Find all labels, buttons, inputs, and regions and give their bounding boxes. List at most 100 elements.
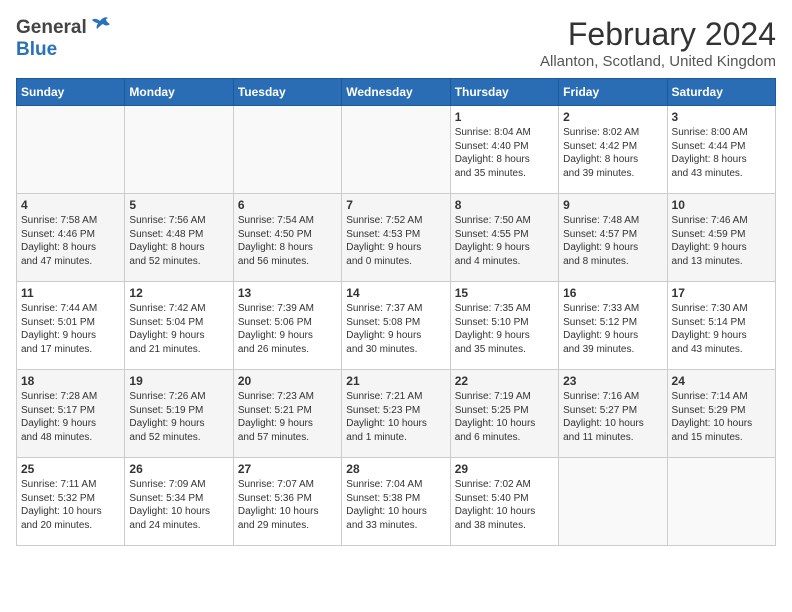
day-number: 3 <box>672 110 771 124</box>
day-detail: Sunrise: 7:26 AM Sunset: 5:19 PM Dayligh… <box>129 390 228 444</box>
calendar-table: SundayMondayTuesdayWednesdayThursdayFrid… <box>16 78 776 546</box>
day-number: 2 <box>563 110 662 124</box>
calendar-cell: 27 Sunrise: 7:07 AM Sunset: 5:36 PM Dayli… <box>233 458 341 546</box>
calendar-cell <box>559 458 667 546</box>
day-of-week-header: Friday <box>559 79 667 106</box>
day-number: 5 <box>129 198 228 212</box>
calendar-cell <box>667 458 775 546</box>
day-detail: Sunrise: 7:56 AM Sunset: 4:48 PM Dayligh… <box>129 214 228 268</box>
day-number: 14 <box>346 286 445 300</box>
day-detail: Sunrise: 7:50 AM Sunset: 4:55 PM Dayligh… <box>455 214 554 268</box>
day-number: 13 <box>238 286 337 300</box>
calendar-cell: 12 Sunrise: 7:42 AM Sunset: 5:04 PM Dayli… <box>125 282 233 370</box>
calendar-week-row: 25 Sunrise: 7:11 AM Sunset: 5:32 PM Dayli… <box>17 458 776 546</box>
title-block: February 2024 Allanton, Scotland, United… <box>540 16 776 70</box>
day-detail: Sunrise: 7:09 AM Sunset: 5:34 PM Dayligh… <box>129 478 228 532</box>
calendar-cell: 1Sunrise: 8:04 AM Sunset: 4:40 PM Daylig… <box>450 106 558 194</box>
day-number: 18 <box>21 374 120 388</box>
calendar-cell: 22Sunrise: 7:19 AM Sunset: 5:25 PM Dayli… <box>450 370 558 458</box>
day-of-week-header: Tuesday <box>233 79 341 106</box>
day-detail: Sunrise: 7:35 AM Sunset: 5:10 PM Dayligh… <box>455 302 554 356</box>
location-title: Allanton, Scotland, United Kingdom <box>540 53 776 70</box>
day-of-week-header: Sunday <box>17 79 125 106</box>
calendar-cell: 16 Sunrise: 7:33 AM Sunset: 5:12 PM Dayli… <box>559 282 667 370</box>
logo: General Blue <box>16 16 112 61</box>
day-number: 11 <box>21 286 120 300</box>
day-number: 20 <box>238 374 337 388</box>
day-number: 25 <box>21 462 120 476</box>
day-number: 6 <box>238 198 337 212</box>
calendar-cell: 5 Sunrise: 7:56 AM Sunset: 4:48 PM Daylig… <box>125 194 233 282</box>
calendar-cell: 17 Sunrise: 7:30 AM Sunset: 5:14 PM Dayli… <box>667 282 775 370</box>
day-number: 28 <box>346 462 445 476</box>
calendar-week-row: 18 Sunrise: 7:28 AM Sunset: 5:17 PM Dayli… <box>17 370 776 458</box>
day-detail: Sunrise: 7:52 AM Sunset: 4:53 PM Dayligh… <box>346 214 445 268</box>
logo-blue-text: Blue <box>16 39 57 60</box>
day-detail: Sunrise: 7:07 AM Sunset: 5:36 PM Dayligh… <box>238 478 337 532</box>
day-detail: Sunrise: 7:30 AM Sunset: 5:14 PM Dayligh… <box>672 302 771 356</box>
calendar-week-row: 11Sunrise: 7:44 AM Sunset: 5:01 PM Dayli… <box>17 282 776 370</box>
day-detail: Sunrise: 8:02 AM Sunset: 4:42 PM Dayligh… <box>563 126 662 180</box>
day-number: 10 <box>672 198 771 212</box>
day-number: 17 <box>672 286 771 300</box>
day-number: 19 <box>129 374 228 388</box>
day-detail: Sunrise: 7:28 AM Sunset: 5:17 PM Dayligh… <box>21 390 120 444</box>
day-of-week-header: Wednesday <box>342 79 450 106</box>
calendar-cell: 10Sunrise: 7:46 AM Sunset: 4:59 PM Dayli… <box>667 194 775 282</box>
calendar-week-row: 1Sunrise: 8:04 AM Sunset: 4:40 PM Daylig… <box>17 106 776 194</box>
calendar-cell: 28 Sunrise: 7:04 AM Sunset: 5:38 PM Dayli… <box>342 458 450 546</box>
day-number: 9 <box>563 198 662 212</box>
day-number: 12 <box>129 286 228 300</box>
day-number: 21 <box>346 374 445 388</box>
calendar-cell <box>233 106 341 194</box>
calendar-cell: 7Sunrise: 7:52 AM Sunset: 4:53 PM Daylig… <box>342 194 450 282</box>
day-number: 8 <box>455 198 554 212</box>
day-number: 26 <box>129 462 228 476</box>
day-detail: Sunrise: 7:02 AM Sunset: 5:40 PM Dayligh… <box>455 478 554 532</box>
calendar-week-row: 4 Sunrise: 7:58 AM Sunset: 4:46 PM Daylig… <box>17 194 776 282</box>
day-of-week-header: Thursday <box>450 79 558 106</box>
calendar-cell: 14Sunrise: 7:37 AM Sunset: 5:08 PM Dayli… <box>342 282 450 370</box>
calendar-cell: 2 Sunrise: 8:02 AM Sunset: 4:42 PM Daylig… <box>559 106 667 194</box>
calendar-cell: 11Sunrise: 7:44 AM Sunset: 5:01 PM Dayli… <box>17 282 125 370</box>
calendar-cell: 26 Sunrise: 7:09 AM Sunset: 5:34 PM Dayli… <box>125 458 233 546</box>
day-detail: Sunrise: 7:04 AM Sunset: 5:38 PM Dayligh… <box>346 478 445 532</box>
day-detail: Sunrise: 7:42 AM Sunset: 5:04 PM Dayligh… <box>129 302 228 356</box>
day-number: 29 <box>455 462 554 476</box>
calendar-cell <box>17 106 125 194</box>
day-number: 24 <box>672 374 771 388</box>
header: General Blue February 2024 Allanton, Sco… <box>16 16 776 70</box>
calendar-cell <box>125 106 233 194</box>
day-detail: Sunrise: 7:58 AM Sunset: 4:46 PM Dayligh… <box>21 214 120 268</box>
day-detail: Sunrise: 7:39 AM Sunset: 5:06 PM Dayligh… <box>238 302 337 356</box>
calendar-cell: 8 Sunrise: 7:50 AM Sunset: 4:55 PM Daylig… <box>450 194 558 282</box>
day-detail: Sunrise: 7:23 AM Sunset: 5:21 PM Dayligh… <box>238 390 337 444</box>
calendar-cell <box>342 106 450 194</box>
calendar-cell: 4 Sunrise: 7:58 AM Sunset: 4:46 PM Daylig… <box>17 194 125 282</box>
day-number: 4 <box>21 198 120 212</box>
day-detail: Sunrise: 7:48 AM Sunset: 4:57 PM Dayligh… <box>563 214 662 268</box>
day-detail: Sunrise: 7:14 AM Sunset: 5:29 PM Dayligh… <box>672 390 771 444</box>
calendar-header-row: SundayMondayTuesdayWednesdayThursdayFrid… <box>17 79 776 106</box>
day-detail: Sunrise: 7:11 AM Sunset: 5:32 PM Dayligh… <box>21 478 120 532</box>
calendar-cell: 6 Sunrise: 7:54 AM Sunset: 4:50 PM Daylig… <box>233 194 341 282</box>
day-number: 16 <box>563 286 662 300</box>
day-number: 22 <box>455 374 554 388</box>
day-detail: Sunrise: 8:04 AM Sunset: 4:40 PM Dayligh… <box>455 126 554 180</box>
calendar-cell: 19 Sunrise: 7:26 AM Sunset: 5:19 PM Dayli… <box>125 370 233 458</box>
day-detail: Sunrise: 7:54 AM Sunset: 4:50 PM Dayligh… <box>238 214 337 268</box>
calendar-cell: 18 Sunrise: 7:28 AM Sunset: 5:17 PM Dayli… <box>17 370 125 458</box>
logo-general-text: General <box>16 17 87 39</box>
day-number: 27 <box>238 462 337 476</box>
calendar-cell: 3 Sunrise: 8:00 AM Sunset: 4:44 PM Daylig… <box>667 106 775 194</box>
day-detail: Sunrise: 7:16 AM Sunset: 5:27 PM Dayligh… <box>563 390 662 444</box>
day-detail: Sunrise: 7:33 AM Sunset: 5:12 PM Dayligh… <box>563 302 662 356</box>
logo-bird-icon <box>90 16 112 39</box>
day-detail: Sunrise: 8:00 AM Sunset: 4:44 PM Dayligh… <box>672 126 771 180</box>
day-of-week-header: Saturday <box>667 79 775 106</box>
day-of-week-header: Monday <box>125 79 233 106</box>
calendar-cell: 23Sunrise: 7:16 AM Sunset: 5:27 PM Dayli… <box>559 370 667 458</box>
calendar-cell: 29 Sunrise: 7:02 AM Sunset: 5:40 PM Dayli… <box>450 458 558 546</box>
calendar-cell: 25 Sunrise: 7:11 AM Sunset: 5:32 PM Dayli… <box>17 458 125 546</box>
calendar-cell: 21Sunrise: 7:21 AM Sunset: 5:23 PM Dayli… <box>342 370 450 458</box>
